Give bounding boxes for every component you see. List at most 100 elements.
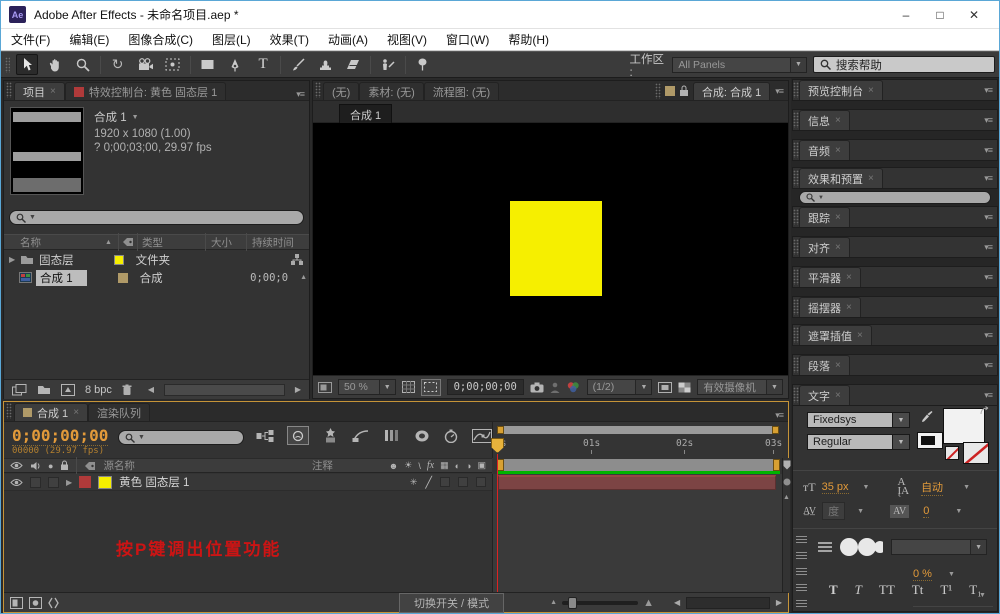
close-icon[interactable]: × <box>50 86 56 97</box>
item-name-selected[interactable]: 合成 1 <box>36 270 87 286</box>
resolution-select[interactable]: (1/2)▼ <box>587 379 653 395</box>
brush-tool[interactable] <box>287 54 309 75</box>
layer-switch-box[interactable] <box>476 477 486 487</box>
panel-menu-icon[interactable]: ▾≡ <box>979 272 997 283</box>
effects-search-input[interactable]: ▼ <box>799 191 991 204</box>
switch-adjustment-icon[interactable]: ◑ <box>466 461 471 471</box>
zoom-level-select[interactable]: 50 %▼ <box>338 379 396 395</box>
tab-project[interactable]: 项目× <box>14 82 65 100</box>
solo-icon[interactable]: ● <box>48 461 53 471</box>
faux-italic-button[interactable]: T <box>855 582 862 598</box>
close-icon[interactable]: × <box>835 115 841 126</box>
tracking-value[interactable]: 0 <box>923 505 929 518</box>
new-composition-icon[interactable] <box>61 384 75 396</box>
close-icon[interactable]: × <box>846 272 852 283</box>
item-name[interactable]: 固态层 <box>39 252 74 268</box>
selection-tool[interactable] <box>16 54 38 75</box>
puppet-pin-tool[interactable] <box>412 54 434 75</box>
comp-marker-icon[interactable] <box>783 460 791 470</box>
chevron-down-icon[interactable]: ▼ <box>857 508 864 515</box>
bit-depth-button[interactable]: 8 bpc <box>85 384 112 396</box>
tab-effects-presets[interactable]: 效果和预置× <box>799 168 883 188</box>
expand-icon[interactable]: ▶ <box>9 255 15 264</box>
scroll-right-icon[interactable]: ▶ <box>295 385 301 394</box>
switch-quality-icon[interactable]: \ <box>418 461 421 471</box>
work-area-end-handle[interactable] <box>773 459 780 471</box>
panel-grip[interactable] <box>6 403 12 419</box>
column-duration[interactable]: 持续时间 <box>252 235 294 250</box>
h-scrollbar[interactable] <box>164 384 285 396</box>
pan-behind-tool[interactable] <box>162 54 184 75</box>
timeline-h-scrollbar[interactable] <box>686 597 770 609</box>
tab-align[interactable]: 对齐× <box>799 237 850 257</box>
scroll-left-icon[interactable]: ◀ <box>674 598 680 607</box>
zoom-tool[interactable] <box>72 54 94 75</box>
yellow-solid-layer[interactable] <box>510 201 602 296</box>
layer-quality-icon[interactable]: ╱ <box>425 476 432 489</box>
column-comment[interactable]: 注释 <box>312 458 333 473</box>
lock-icon[interactable] <box>60 460 69 471</box>
target-region-icon[interactable] <box>658 382 672 393</box>
column-source-name[interactable]: 源名称 <box>103 458 135 473</box>
time-ruler[interactable]: 0s 01s 02s 03s <box>492 422 782 458</box>
align-left-icon[interactable] <box>796 536 807 545</box>
layer-expand-icon[interactable]: ▶ <box>66 478 72 487</box>
expand-transfer-controls-icon[interactable] <box>29 597 42 609</box>
chevron-down-icon[interactable]: ▼ <box>132 114 139 121</box>
clone-stamp-tool[interactable] <box>315 54 337 75</box>
pen-tool[interactable] <box>225 54 247 75</box>
maximize-button[interactable]: □ <box>923 4 957 26</box>
region-of-interest-icon[interactable] <box>421 379 441 396</box>
panel-menu-icon[interactable]: ▾≡ <box>979 145 997 156</box>
no-fill-swatch[interactable] <box>945 446 959 460</box>
stroke-style-icons[interactable] <box>837 536 883 558</box>
help-search-input[interactable]: 搜索帮助 <box>813 56 995 73</box>
tsume-value[interactable]: 0 % <box>913 568 932 581</box>
font-size-value[interactable]: 35 px <box>822 481 849 494</box>
current-time-display[interactable]: 0;00;00;00 <box>12 426 108 446</box>
subscript-button[interactable]: T₁ <box>969 582 981 598</box>
panel-menu-icon[interactable]: ▾≡ <box>291 89 309 100</box>
layer-label-swatch[interactable] <box>79 476 91 488</box>
rotate-tool[interactable]: ↻ <box>107 54 129 75</box>
column-size[interactable]: 大小 <box>211 235 232 250</box>
font-style-select[interactable]: Regular▼ <box>807 434 910 450</box>
column-type[interactable]: 类型 <box>142 235 163 250</box>
chevron-down-icon[interactable]: ▼ <box>863 484 870 491</box>
panel-menu-icon[interactable]: ▾≡ <box>979 115 997 126</box>
font-family-select[interactable]: Fixedsys▼ <box>807 412 910 428</box>
eraser-tool[interactable] <box>342 54 364 75</box>
interpret-footage-icon[interactable] <box>12 384 27 396</box>
navigator-start-handle[interactable] <box>497 426 504 434</box>
grid-guides-icon[interactable] <box>402 381 415 393</box>
lock-icon[interactable] <box>679 85 689 97</box>
tab-layer-none[interactable]: (无) <box>323 82 359 100</box>
justify-icon[interactable] <box>796 584 807 593</box>
close-icon[interactable]: × <box>835 390 841 401</box>
menu-help[interactable]: 帮助(H) <box>508 31 549 48</box>
menu-view[interactable]: 视图(V) <box>387 31 427 48</box>
menu-layer[interactable]: 图层(L) <box>212 31 251 48</box>
audio-toggle-box[interactable] <box>30 477 41 488</box>
label-swatch[interactable] <box>118 273 128 283</box>
switch-collapse-icon[interactable]: ☀ <box>404 460 412 471</box>
timeline-zoom-slider[interactable] <box>562 601 638 605</box>
kerning-value[interactable]: 度 <box>822 502 845 520</box>
panel-menu-icon[interactable]: ▾≡ <box>979 212 997 223</box>
expand-inout-icon[interactable] <box>48 597 59 609</box>
show-snapshot-icon[interactable] <box>550 382 560 393</box>
layer-switch-box[interactable] <box>458 477 468 487</box>
swap-fill-stroke-icon[interactable] <box>979 406 993 418</box>
time-navigator[interactable] <box>497 426 779 434</box>
trash-icon[interactable] <box>122 384 132 396</box>
panel-grip[interactable] <box>655 83 661 99</box>
composition-canvas[interactable] <box>313 123 788 375</box>
comp-button-icon[interactable] <box>783 478 791 486</box>
menu-lines-icon[interactable] <box>817 541 833 553</box>
tab-composition[interactable]: 合成: 合成 1 <box>693 82 770 100</box>
panel-menu-icon[interactable]: ▾≡ <box>979 302 997 313</box>
eyedropper-icon[interactable] <box>921 410 933 424</box>
tab-timeline-comp[interactable]: 合成 1 × <box>14 403 88 421</box>
layer-duration-bar[interactable] <box>498 475 776 490</box>
track-area[interactable] <box>492 474 782 593</box>
